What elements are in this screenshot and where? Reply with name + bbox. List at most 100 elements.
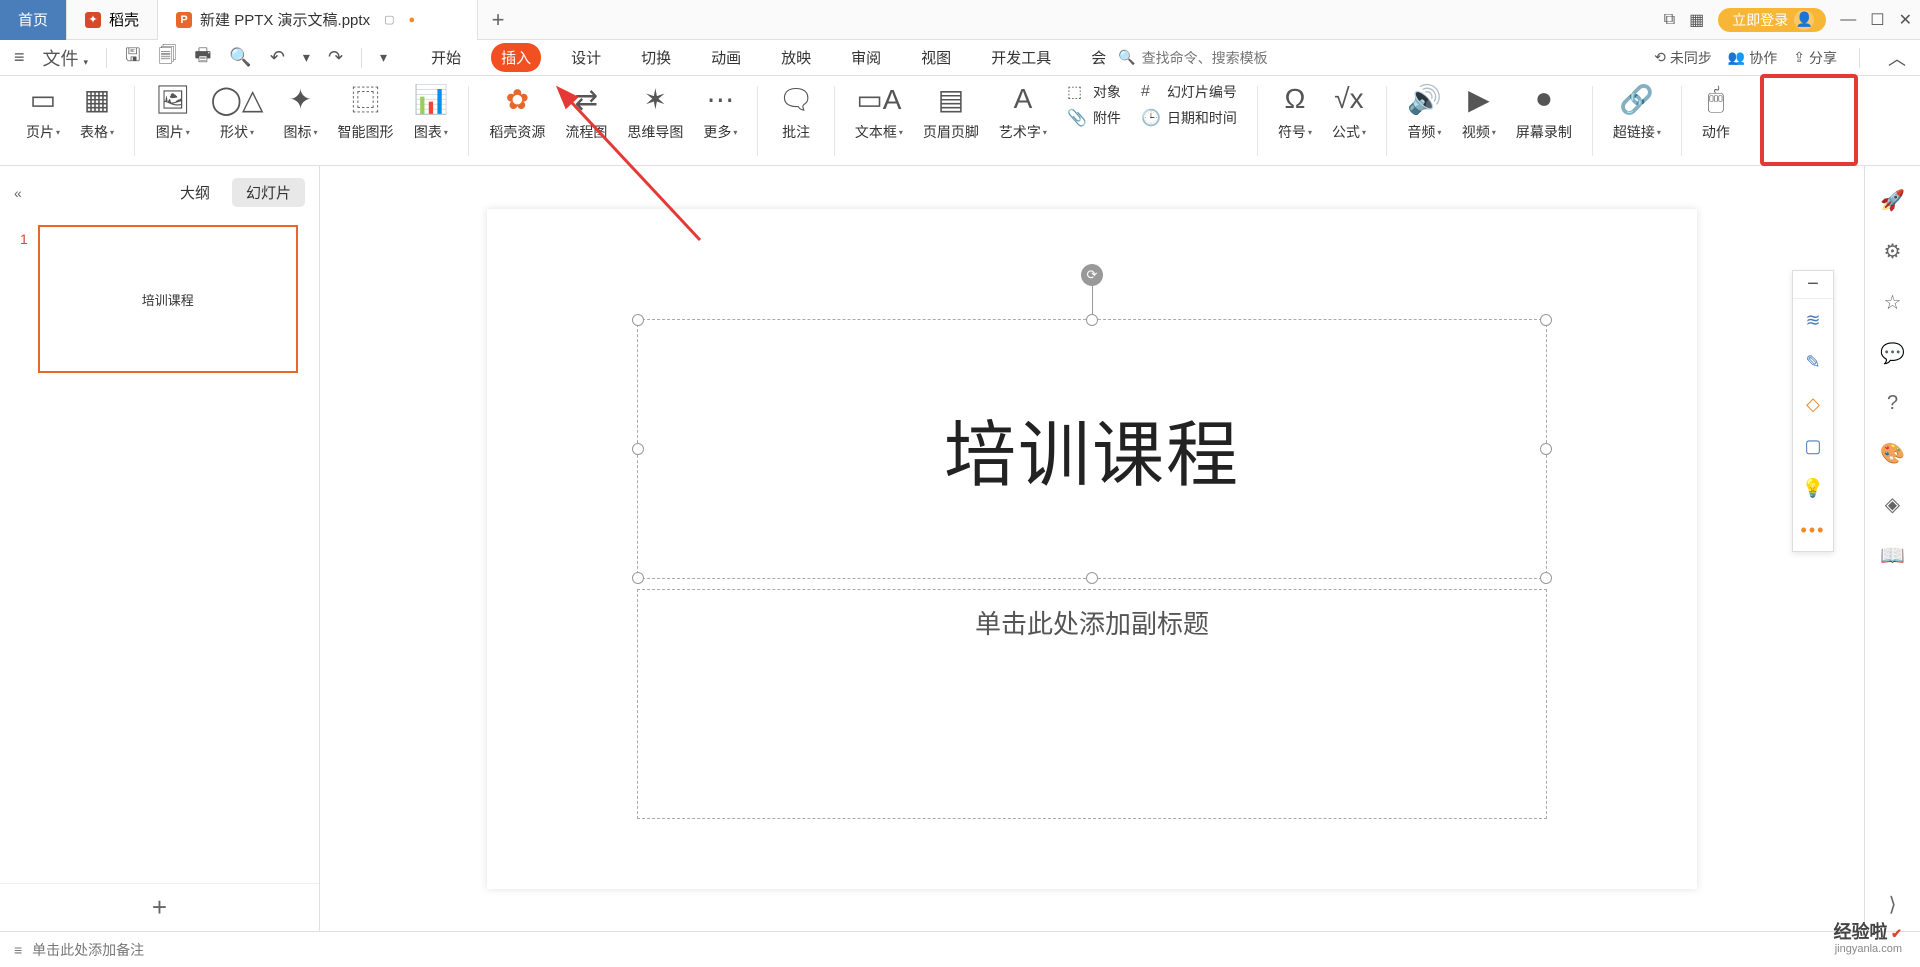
star-icon[interactable]: ☆	[1884, 290, 1902, 315]
picture-button[interactable]: 🖼图片▾	[145, 76, 201, 146]
window-layout-icon[interactable]: ⧉	[1664, 11, 1675, 29]
redo-icon[interactable]: ↷	[322, 43, 349, 72]
pen-tool[interactable]: ✎	[1793, 341, 1833, 383]
more-tool[interactable]: •••	[1793, 509, 1833, 551]
tab-devtools[interactable]: 开发工具	[981, 43, 1061, 72]
print-icon[interactable]: 🖶	[188, 39, 217, 77]
tab-transition[interactable]: 切换	[631, 43, 681, 72]
layer-tool[interactable]: ≋	[1793, 299, 1833, 341]
slides-tab[interactable]: 幻灯片	[232, 178, 305, 207]
rocket-icon[interactable]: 🚀	[1880, 188, 1905, 213]
file-menu[interactable]: 文件 ▾	[37, 41, 95, 75]
diamond-rr-icon[interactable]: ◈	[1885, 492, 1900, 517]
notes-placeholder[interactable]: 单击此处添加备注	[32, 940, 144, 960]
notes-toggle-icon[interactable]: ≡	[14, 942, 22, 958]
sliders-icon[interactable]: ⚙	[1884, 239, 1902, 264]
resize-handle[interactable]	[632, 443, 644, 455]
more-button[interactable]: ⋯更多▾	[693, 76, 747, 146]
attachment-button[interactable]: 📎附件	[1067, 108, 1121, 128]
slide-canvas[interactable]: ⟳ 培训课程 单击此处添加副标题	[487, 209, 1697, 889]
tab-home[interactable]: 首页	[0, 0, 67, 40]
subtitle-placeholder[interactable]: 单击此处添加副标题	[975, 609, 1209, 639]
slide-canvas-area[interactable]: ⟳ 培训课程 单击此处添加副标题 − ≋ ✎ ◇ ▢ 💡 •••	[320, 166, 1864, 931]
resize-handle[interactable]	[632, 572, 644, 584]
comment-button[interactable]: 🗨批注	[768, 76, 824, 146]
search-input[interactable]	[1142, 50, 1302, 66]
palette-icon[interactable]: 🎨	[1880, 441, 1905, 466]
subtitle-textbox[interactable]: 单击此处添加副标题	[637, 589, 1547, 819]
resize-handle[interactable]	[632, 314, 644, 326]
maximize-button[interactable]: ☐	[1870, 10, 1884, 30]
tab-design[interactable]: 设计	[561, 43, 611, 72]
shape-button[interactable]: ◯△形状▾	[201, 76, 274, 146]
tab-slideshow[interactable]: 放映	[771, 43, 821, 72]
action-button[interactable]: 🖱动作	[1692, 76, 1740, 146]
video-button[interactable]: ▶视频▾	[1452, 76, 1506, 146]
tab-start[interactable]: 开始	[421, 43, 471, 72]
tab-insert[interactable]: 插入	[491, 43, 541, 72]
hyperlink-button[interactable]: 🔗超链接▾	[1603, 76, 1671, 146]
save-as-icon[interactable]: 🗐	[152, 39, 182, 77]
tab-view[interactable]: 视图	[911, 43, 961, 72]
title-textbox[interactable]: ⟳ 培训课程	[637, 319, 1547, 579]
resize-handle[interactable]	[1086, 314, 1098, 326]
flowchart-button[interactable]: ⇄流程图	[555, 76, 617, 146]
close-button[interactable]: ✕	[1899, 10, 1912, 30]
resize-handle[interactable]	[1540, 572, 1552, 584]
apps-icon[interactable]: ▦	[1689, 10, 1704, 30]
formula-button[interactable]: √x公式▾	[1322, 76, 1376, 146]
title-text[interactable]: 培训课程	[944, 396, 1240, 501]
audio-button[interactable]: 🔊音频▾	[1397, 76, 1452, 146]
undo-dd-icon[interactable]: ▾	[297, 45, 316, 70]
chart-button[interactable]: 📊图表▾	[403, 76, 458, 146]
outline-tab[interactable]: 大纲	[166, 178, 224, 207]
idea-tool[interactable]: 💡	[1793, 467, 1833, 509]
new-slide-button[interactable]: ▭ 页片▾	[16, 76, 70, 146]
hamburger-icon[interactable]: ≡	[8, 43, 31, 72]
present-icon[interactable]: ▢	[384, 13, 394, 26]
resize-handle[interactable]	[1540, 443, 1552, 455]
datetime-button[interactable]: 🕒日期和时间	[1141, 108, 1237, 128]
add-tab-button[interactable]: +	[478, 7, 518, 33]
sync-status[interactable]: ⟲未同步	[1654, 48, 1712, 68]
tab-more[interactable]: 会	[1081, 43, 1116, 72]
tab-docks[interactable]: ✦ 稻壳	[67, 0, 158, 40]
wordart-button[interactable]: A艺术字▾	[989, 76, 1057, 146]
minimize-button[interactable]: —	[1840, 11, 1856, 29]
print-preview-icon[interactable]: 🔍	[223, 43, 257, 72]
mindmap-button[interactable]: ✶思维导图	[617, 76, 693, 146]
symbol-button[interactable]: Ω符号▾	[1268, 76, 1322, 146]
frame-tool[interactable]: ▢	[1793, 425, 1833, 467]
collapse-ribbon-icon[interactable]: ︿	[1882, 41, 1912, 75]
share-button[interactable]: ⇪分享	[1793, 48, 1837, 68]
rotate-handle-icon[interactable]: ⟳	[1081, 264, 1103, 286]
tab-review[interactable]: 审阅	[841, 43, 891, 72]
header-footer-button[interactable]: ▤页眉页脚	[913, 76, 989, 146]
undo-icon[interactable]: ↶	[264, 43, 291, 72]
shape-tool[interactable]: ◇	[1793, 383, 1833, 425]
icon-button[interactable]: ✦图标▾	[273, 76, 327, 146]
collab-button[interactable]: 👥协作	[1728, 48, 1777, 68]
help-icon[interactable]: ?	[1887, 392, 1898, 415]
book-icon[interactable]: 📖	[1880, 543, 1905, 568]
object-button[interactable]: ⬚对象	[1067, 82, 1121, 102]
slide-thumbnail[interactable]: 培训课程	[38, 225, 298, 373]
resize-handle[interactable]	[1540, 314, 1552, 326]
command-search[interactable]: 🔍	[1118, 49, 1301, 66]
add-slide-button[interactable]: +	[0, 883, 319, 931]
resources-button[interactable]: ✿稻壳资源	[479, 76, 555, 146]
collapse-right-icon[interactable]: ⟩	[1889, 892, 1897, 917]
table-button[interactable]: ▦ 表格▾	[70, 76, 124, 146]
screen-record-button[interactable]: ⏺屏幕录制	[1506, 76, 1582, 146]
tab-document[interactable]: P 新建 PPTX 演示文稿.pptx ▢ ●	[158, 0, 478, 40]
smartart-button[interactable]: ⿴智能图形	[327, 76, 403, 146]
resize-handle[interactable]	[1086, 572, 1098, 584]
save-icon[interactable]: 🖫	[119, 39, 146, 77]
slide-number-button[interactable]: #幻灯片编号	[1141, 82, 1237, 102]
qa-dd-icon[interactable]: ▾	[374, 45, 393, 70]
collapse-tool-icon[interactable]: −	[1793, 271, 1833, 299]
tab-animation[interactable]: 动画	[701, 43, 751, 72]
collapse-panel-icon[interactable]: «	[14, 185, 22, 201]
textbox-button[interactable]: ▭A文本框▾	[845, 76, 913, 146]
chat-icon[interactable]: 💬	[1880, 341, 1905, 366]
